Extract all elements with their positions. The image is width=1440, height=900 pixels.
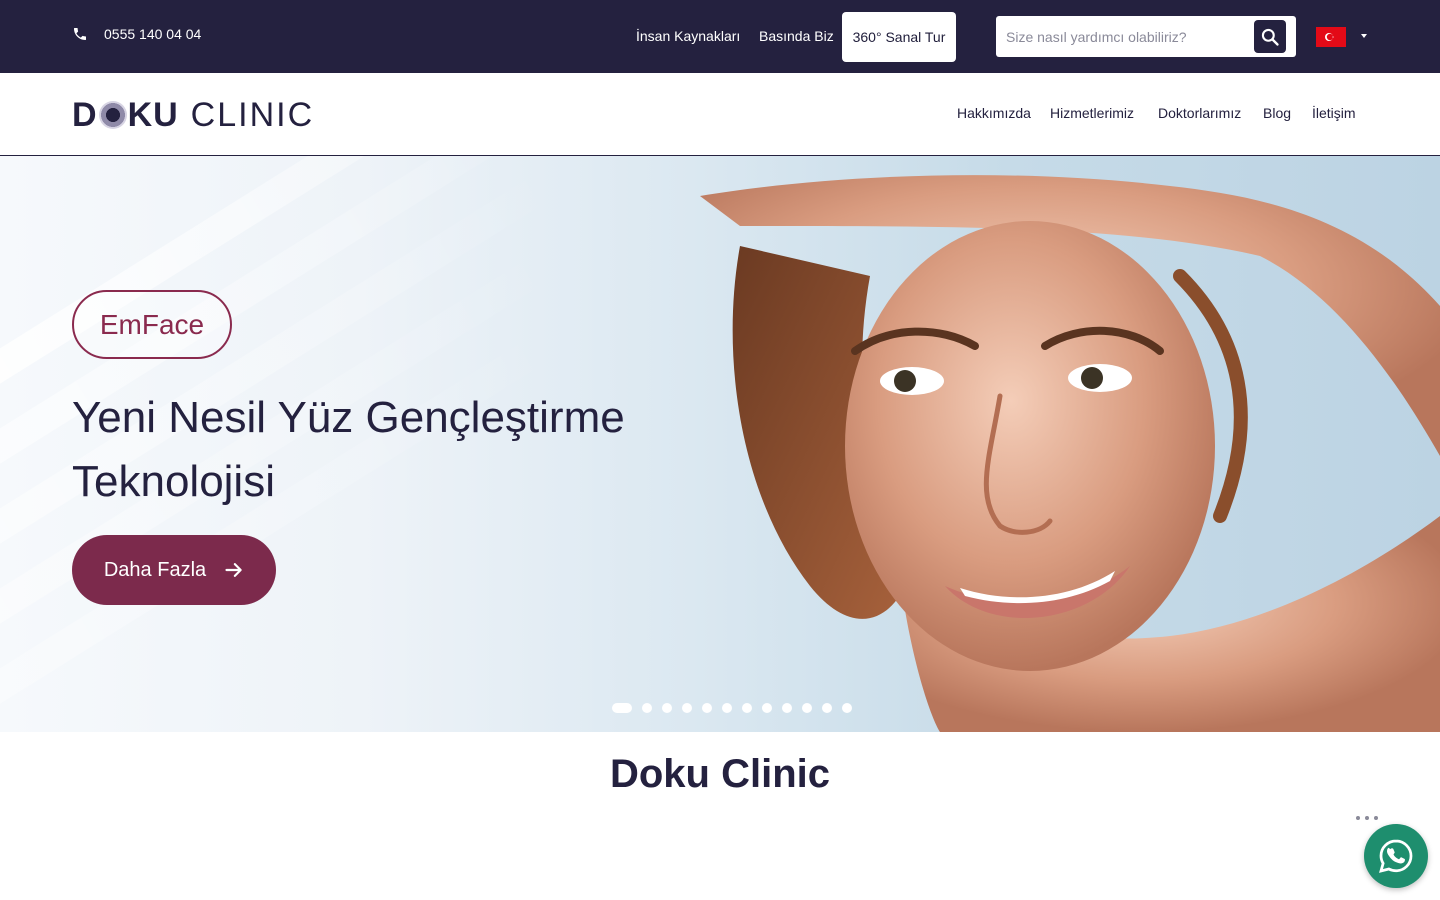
arrow-right-icon	[225, 563, 242, 577]
nav-doctors[interactable]: Doktorlarımız	[1158, 105, 1241, 121]
main-header: D KU CLINIC Hakkımızda Hizmetlerimiz Dokt…	[0, 73, 1440, 156]
whatsapp-button[interactable]	[1364, 824, 1428, 888]
virtual-tour-button[interactable]: 360° Sanal Tur	[842, 12, 956, 62]
hero-slider: EmFace Yeni Nesil Yüz Gençleştirme Tekno…	[0, 156, 1440, 732]
logo-secondary: CLINIC	[190, 95, 315, 134]
slider-dot[interactable]	[682, 703, 692, 713]
slider-dot[interactable]	[762, 703, 772, 713]
human-resources-link[interactable]: İnsan Kaynakları	[636, 28, 740, 44]
more-button-label: Daha Fazla	[103, 558, 207, 581]
slider-pagination	[612, 702, 862, 714]
turkey-flag-icon[interactable]	[1316, 27, 1346, 47]
more-button[interactable]: Daha Fazla	[72, 535, 276, 605]
section-title: Doku Clinic	[609, 752, 831, 796]
logo-mark-icon	[98, 101, 127, 129]
slider-dot[interactable]	[842, 703, 852, 713]
top-bar: 0555 140 04 04 İnsan Kaynakları Basında …	[0, 0, 1440, 73]
logo-primary: D KU	[72, 95, 179, 134]
search-button[interactable]	[1254, 20, 1286, 53]
slider-dot[interactable]	[802, 703, 812, 713]
nav-blog[interactable]: Blog	[1263, 105, 1291, 121]
hero-woman-image	[700, 156, 1440, 732]
slider-dot[interactable]	[782, 703, 792, 713]
press-link[interactable]: Basında Biz	[759, 28, 834, 44]
slider-dot[interactable]	[702, 703, 712, 713]
nav-services[interactable]: Hizmetlerimiz	[1050, 105, 1134, 121]
phone-number: 0555 140 04 04	[104, 26, 202, 42]
nav-contact[interactable]: İletişim	[1312, 105, 1356, 121]
slider-dot[interactable]	[612, 703, 632, 713]
nav-about[interactable]: Hakkımızda	[957, 105, 1031, 121]
site-logo[interactable]: D KU CLINIC	[72, 95, 315, 134]
slider-dot[interactable]	[642, 703, 652, 713]
search-input[interactable]	[996, 16, 1246, 57]
phone-icon	[74, 28, 86, 40]
language-dropdown-icon[interactable]	[1361, 34, 1367, 38]
chat-typing-icon	[1356, 816, 1383, 820]
treatment-tag[interactable]: EmFace	[72, 290, 232, 359]
slider-dot[interactable]	[822, 703, 832, 713]
phone-link[interactable]: 0555 140 04 04	[72, 26, 201, 42]
slider-dot[interactable]	[722, 703, 732, 713]
slider-dot[interactable]	[742, 703, 752, 713]
hero-headline: Yeni Nesil Yüz Gençleştirme Teknolojisi	[72, 393, 625, 506]
search-box	[996, 16, 1296, 57]
whatsapp-icon	[1379, 839, 1413, 873]
slider-dot[interactable]	[662, 703, 672, 713]
search-icon	[1261, 28, 1279, 46]
